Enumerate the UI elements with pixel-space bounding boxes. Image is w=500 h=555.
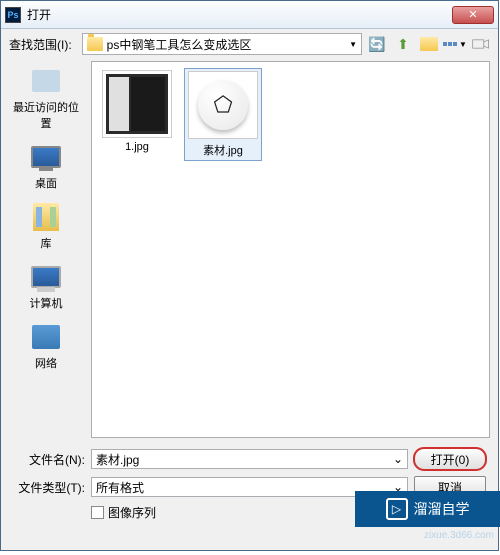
file-thumbnail <box>188 71 258 139</box>
sidebar-item-desktop[interactable]: 桌面 <box>6 139 86 193</box>
open-dialog: Ps 打开 ✕ 查找范围(I): ps中钢笔工具怎么变成选区 ▼ 🔄 ⬆ ▼ <box>0 0 499 551</box>
library-icon <box>30 201 62 233</box>
play-icon: ▷ <box>386 498 408 520</box>
up-folder-icon[interactable]: ⬆ <box>394 35 412 53</box>
desktop-icon <box>30 141 62 173</box>
nav-icons: 🔄 ⬆ ▼ <box>368 35 490 53</box>
sidebar-item-label: 桌面 <box>35 175 57 191</box>
chevron-down-icon: ▼ <box>349 40 357 49</box>
sidebar-item-label: 计算机 <box>30 295 63 311</box>
file-list-pane[interactable]: 1.jpg 素材.jpg <box>91 61 490 438</box>
folder-icon <box>87 37 103 51</box>
file-item[interactable]: 1.jpg <box>98 68 176 155</box>
image-sequence-label: 图像序列 <box>108 504 156 521</box>
app-icon: Ps <box>5 7 21 23</box>
watermark-url: zixue.3d66.com <box>424 530 494 541</box>
view-menu-icon[interactable]: ▼ <box>446 35 464 53</box>
sidebar-item-computer[interactable]: 计算机 <box>6 259 86 313</box>
folder-dropdown[interactable]: ps中钢笔工具怎么变成选区 ▼ <box>82 33 362 55</box>
file-thumbnail <box>102 70 172 138</box>
file-item-selected[interactable]: 素材.jpg <box>184 68 262 161</box>
sidebar-item-label: 库 <box>41 235 52 251</box>
filetype-label: 文件类型(T): <box>13 479 85 496</box>
network-icon <box>30 321 62 353</box>
filetype-value: 所有格式 <box>96 479 144 496</box>
computer-icon <box>30 261 62 293</box>
chevron-down-icon: ⌄ <box>393 452 403 466</box>
filename-value: 素材.jpg <box>96 451 139 468</box>
file-label: 素材.jpg <box>203 142 243 158</box>
window-title: 打开 <box>27 6 452 23</box>
open-button[interactable]: 打开(0) <box>414 448 486 470</box>
titlebar: Ps 打开 ✕ <box>1 1 498 29</box>
watermark-text: 溜溜自学 <box>414 499 470 519</box>
content-area: 最近访问的位置 桌面 库 计算机 网络 1.jpg <box>1 59 498 440</box>
sidebar-item-label: 最近访问的位置 <box>8 99 84 131</box>
filename-row: 文件名(N): 素材.jpg ⌄ 打开(0) <box>13 448 486 470</box>
watermark: ▷ 溜溜自学 <box>355 491 500 527</box>
recent-places-icon <box>30 65 62 97</box>
folder-name: ps中钢笔工具怎么变成选区 <box>107 36 345 53</box>
lookin-row: 查找范围(I): ps中钢笔工具怎么变成选区 ▼ 🔄 ⬆ ▼ <box>1 29 498 59</box>
sidebar-item-library[interactable]: 库 <box>6 199 86 253</box>
sidebar-item-recent[interactable]: 最近访问的位置 <box>6 63 86 133</box>
use-adobe-dialog-icon[interactable] <box>472 35 490 53</box>
new-folder-icon[interactable] <box>420 35 438 53</box>
close-button[interactable]: ✕ <box>452 6 494 24</box>
back-icon[interactable]: 🔄 <box>368 35 386 53</box>
file-label: 1.jpg <box>125 141 149 153</box>
sidebar-item-label: 网络 <box>35 355 57 371</box>
image-sequence-checkbox[interactable] <box>91 506 104 519</box>
filename-label: 文件名(N): <box>13 451 85 468</box>
lookin-label: 查找范围(I): <box>9 36 72 53</box>
sidebar-item-network[interactable]: 网络 <box>6 319 86 373</box>
places-sidebar: 最近访问的位置 桌面 库 计算机 网络 <box>1 59 91 440</box>
filename-input[interactable]: 素材.jpg ⌄ <box>91 449 408 469</box>
